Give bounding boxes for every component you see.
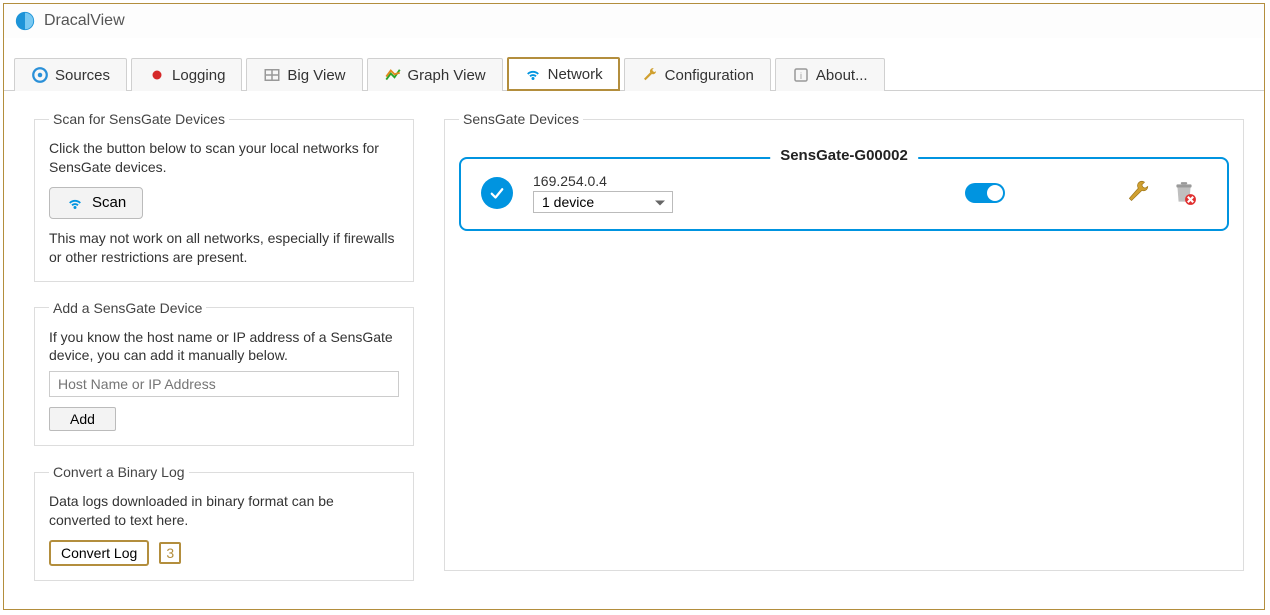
tab-about[interactable]: i About... bbox=[775, 58, 885, 91]
tab-network[interactable]: Network bbox=[507, 57, 620, 91]
convert-log-button[interactable]: Convert Log bbox=[49, 540, 149, 566]
status-ok-icon bbox=[481, 177, 513, 209]
convert-group: Convert a Binary Log Data logs downloade… bbox=[34, 464, 414, 581]
tab-bigview[interactable]: Big View bbox=[246, 58, 362, 91]
tab-label: Configuration bbox=[665, 67, 754, 84]
scan-desc2: This may not work on all networks, espec… bbox=[49, 229, 399, 267]
convert-button-label: Convert Log bbox=[61, 545, 137, 561]
titlebar: DracalView bbox=[4, 4, 1264, 38]
add-legend: Add a SensGate Device bbox=[49, 300, 206, 316]
scan-legend: Scan for SensGate Devices bbox=[49, 111, 229, 127]
record-icon bbox=[148, 66, 166, 84]
gear-icon bbox=[31, 66, 49, 84]
tab-label: Big View bbox=[287, 67, 345, 84]
add-group: Add a SensGate Device If you know the ho… bbox=[34, 300, 414, 447]
tab-label: Graph View bbox=[408, 67, 486, 84]
tab-logging[interactable]: Logging bbox=[131, 58, 242, 91]
add-button[interactable]: Add bbox=[49, 407, 116, 431]
grid-icon bbox=[263, 66, 281, 84]
scan-desc: Click the button below to scan your loca… bbox=[49, 139, 399, 177]
annotation-number: 3 bbox=[159, 542, 181, 564]
tab-label: Logging bbox=[172, 67, 225, 84]
device-enable-toggle[interactable] bbox=[965, 183, 1005, 203]
scan-button[interactable]: Scan bbox=[49, 187, 143, 219]
device-card: SensGate-G00002 169.254.0.4 1 device bbox=[459, 157, 1229, 231]
devices-legend: SensGate Devices bbox=[459, 111, 583, 127]
app-logo-icon bbox=[14, 10, 36, 32]
tab-label: Sources bbox=[55, 67, 110, 84]
device-ip: 169.254.0.4 bbox=[533, 173, 673, 189]
svg-text:i: i bbox=[800, 71, 802, 81]
convert-desc: Data logs downloaded in binary format ca… bbox=[49, 492, 399, 530]
wifi-icon bbox=[524, 65, 542, 83]
device-count-select[interactable]: 1 device bbox=[533, 191, 673, 213]
tab-label: About... bbox=[816, 67, 868, 84]
tab-graphview[interactable]: Graph View bbox=[367, 58, 503, 91]
wifi-icon bbox=[66, 194, 84, 212]
tab-sources[interactable]: Sources bbox=[14, 58, 127, 91]
info-icon: i bbox=[792, 66, 810, 84]
add-desc: If you know the host name or IP address … bbox=[49, 328, 399, 366]
tab-configuration[interactable]: Configuration bbox=[624, 58, 771, 91]
device-title: SensGate-G00002 bbox=[770, 147, 918, 164]
tab-bar: Sources Logging Big View Graph View Netw… bbox=[4, 56, 1264, 91]
scan-group: Scan for SensGate Devices Click the butt… bbox=[34, 111, 414, 282]
wrench-icon bbox=[641, 66, 659, 84]
scan-button-label: Scan bbox=[92, 194, 126, 211]
add-button-label: Add bbox=[70, 411, 95, 427]
window-title: DracalView bbox=[44, 12, 125, 30]
host-input[interactable] bbox=[49, 371, 399, 397]
device-settings-button[interactable] bbox=[1125, 180, 1151, 206]
devices-group: SensGate Devices SensGate-G00002 169.254… bbox=[444, 111, 1244, 571]
tab-label: Network bbox=[548, 66, 603, 83]
device-delete-button[interactable] bbox=[1171, 180, 1197, 206]
convert-legend: Convert a Binary Log bbox=[49, 464, 189, 480]
chart-icon bbox=[384, 66, 402, 84]
